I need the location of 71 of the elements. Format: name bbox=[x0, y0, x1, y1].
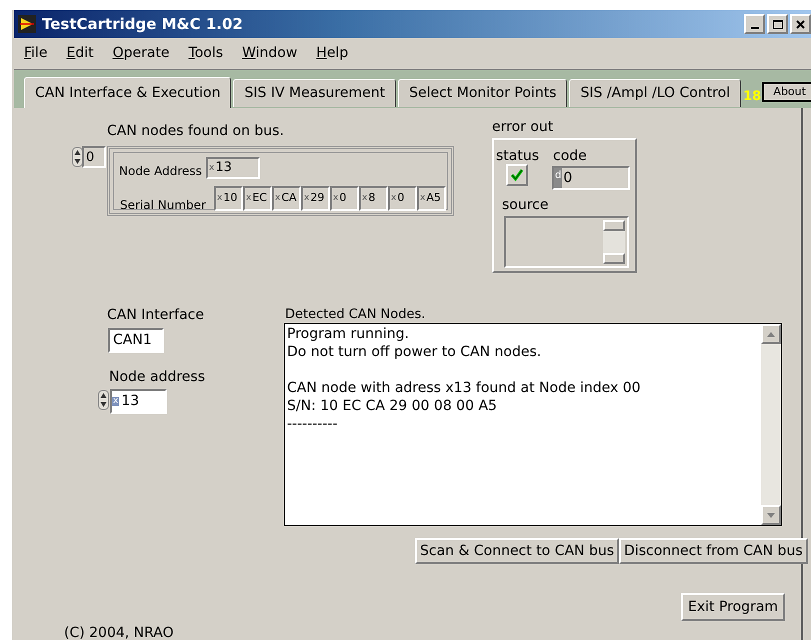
detected-nodes-textbox[interactable]: Program running. Do not turn off power to CAN nodes. CAN node with adress x13 found at Node index 00 S/N: 10 EC CA 29 00 08 00 A5 ---------- bbox=[284, 323, 782, 526]
can-interface-label: CAN Interface bbox=[107, 306, 204, 325]
radix-indicator[interactable]: x bbox=[361, 194, 368, 203]
radix-indicator[interactable]: x bbox=[208, 164, 216, 172]
about-button[interactable]: About bbox=[762, 82, 811, 102]
menu-item[interactable]: Window bbox=[242, 43, 298, 64]
counter-text: 18 bbox=[743, 88, 762, 106]
log-line: Do not turn off power to CAN nodes. bbox=[287, 343, 542, 361]
log-line: S/N: 10 EC CA 29 00 08 00 A5 bbox=[287, 397, 498, 415]
field-value: 0 bbox=[562, 168, 572, 188]
field-value: 13 bbox=[215, 159, 232, 178]
log-line: ---------- bbox=[287, 415, 339, 433]
spinner-arrows-icon[interactable] bbox=[72, 147, 83, 167]
exit-button[interactable]: Exit Program bbox=[681, 593, 786, 621]
radix-indicator[interactable]: x bbox=[419, 194, 426, 203]
minimize-button[interactable] bbox=[744, 14, 765, 34]
array-label: CAN nodes found on bus. bbox=[107, 122, 284, 141]
source-label: source bbox=[502, 196, 548, 215]
serial-byte-field[interactable]: x 29 bbox=[301, 186, 330, 211]
serial-byte-field[interactable]: x 8 bbox=[359, 186, 388, 211]
radix-indicator[interactable]: x bbox=[303, 194, 310, 203]
radix-indicator[interactable]: x bbox=[332, 194, 340, 203]
bus-button[interactable]: Scan & Connect to CAN bus bbox=[415, 538, 620, 564]
serial-byte-field[interactable]: xA5 bbox=[417, 186, 446, 211]
status-label: status bbox=[496, 147, 540, 166]
serial-byte-field[interactable]: x EC bbox=[243, 186, 272, 211]
spinner-arrows-icon[interactable] bbox=[98, 390, 109, 410]
close-icon bbox=[796, 20, 805, 28]
tab[interactable]: SIS IV Measurement bbox=[233, 79, 396, 107]
menu-item[interactable]: Operate bbox=[112, 43, 170, 64]
detected-nodes-label: Detected CAN Nodes. bbox=[285, 306, 426, 324]
radix-indicator[interactable]: x bbox=[245, 194, 252, 203]
maximize-button[interactable] bbox=[767, 14, 788, 34]
field-value: 13 bbox=[120, 392, 140, 411]
node-address-label: Node Address bbox=[119, 163, 202, 180]
tab[interactable]: CAN Interface & Execution bbox=[24, 77, 232, 108]
can-interface-field[interactable]: CAN1 bbox=[108, 328, 164, 353]
source-field[interactable] bbox=[504, 216, 629, 268]
serial-byte-field[interactable]: x CA bbox=[272, 186, 301, 211]
up-arrow-icon[interactable] bbox=[767, 332, 775, 336]
tab[interactable]: SIS /Ampl /LO Control bbox=[569, 79, 742, 107]
radix-indicator[interactable]: x bbox=[216, 194, 224, 203]
menu-item[interactable]: File bbox=[24, 43, 48, 64]
copyright-text: (C) 2004, NRAO bbox=[64, 624, 174, 640]
checkmark-icon bbox=[510, 168, 524, 182]
scrollbar[interactable] bbox=[761, 324, 781, 525]
scrollbar[interactable] bbox=[603, 220, 625, 264]
radix-indicator[interactable]: x bbox=[390, 194, 398, 203]
radix-indicator[interactable]: x bbox=[274, 194, 282, 203]
log-line: CAN node with adress x13 found at Node index 00 bbox=[287, 379, 641, 397]
bus-button[interactable]: Disconnect from CAN bus bbox=[619, 538, 808, 564]
menu-item[interactable]: Help bbox=[316, 43, 348, 64]
array-index-field[interactable]: 0 bbox=[82, 146, 106, 168]
serial-byte-field[interactable]: x 0 bbox=[388, 186, 417, 211]
tab[interactable]: Select Monitor Points bbox=[398, 79, 568, 107]
serial-byte-field[interactable]: x 0 bbox=[330, 186, 359, 211]
status-checkbox[interactable] bbox=[506, 164, 528, 186]
app-logo-icon bbox=[18, 15, 36, 33]
error-out-label: error out bbox=[492, 118, 554, 137]
menu-item[interactable]: Tools bbox=[188, 43, 224, 64]
close-button[interactable] bbox=[790, 14, 811, 34]
serial-number-label: Serial Number bbox=[120, 197, 206, 214]
node-address-field[interactable]: x 13 bbox=[206, 157, 260, 179]
down-arrow-icon[interactable] bbox=[767, 512, 775, 518]
code-label: code bbox=[553, 147, 587, 166]
log-line: Program running. bbox=[287, 325, 410, 343]
serial-byte-field[interactable]: x 10 bbox=[214, 186, 243, 211]
node-address-field[interactable]: x 13 bbox=[110, 389, 167, 414]
window-title: TestCartridge M&C 1.02 bbox=[42, 14, 243, 35]
menu-item[interactable]: Edit bbox=[66, 43, 94, 64]
node-address-label: Node address bbox=[109, 368, 205, 387]
